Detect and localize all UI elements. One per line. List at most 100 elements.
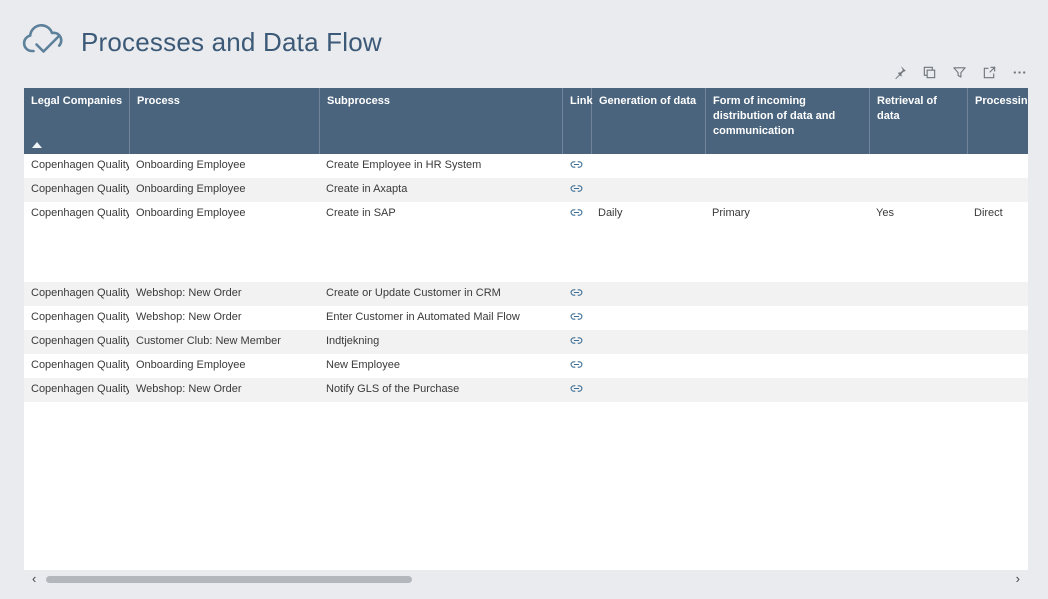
cell-processing	[967, 178, 1028, 202]
page-title: Processes and Data Flow	[81, 27, 382, 58]
column-header-label: Form of incoming distribution of data an…	[713, 95, 835, 137]
table-row[interactable]: Copenhagen QualityWebshop: New OrderCrea…	[24, 282, 1028, 306]
link-icon	[570, 382, 583, 395]
cell-form	[705, 330, 869, 354]
link-cell[interactable]	[562, 282, 591, 306]
column-header[interactable]: Retrieval of data	[869, 88, 967, 154]
column-header[interactable]: Legal Companies	[24, 88, 129, 154]
cell-process: Webshop: New Order	[129, 378, 319, 402]
cell-process: Customer Club: New Member	[129, 330, 319, 354]
cell-legal: Copenhagen Quality	[24, 178, 129, 202]
scrollbar-thumb[interactable]	[46, 576, 412, 583]
cell-generation: Daily	[591, 202, 705, 282]
cell-retrieval	[869, 178, 967, 202]
column-header-label: Subprocess	[327, 95, 390, 107]
cell-subprocess: Create or Update Customer in CRM	[319, 282, 562, 306]
filter-icon[interactable]	[949, 62, 970, 83]
cell-process: Webshop: New Order	[129, 306, 319, 330]
link-icon	[570, 158, 583, 171]
table-visual: Legal Companies Process Subprocess Link Gene…	[24, 88, 1028, 570]
cell-retrieval	[869, 378, 967, 402]
column-header-label: Process	[137, 95, 180, 107]
cell-subprocess: Create Employee in HR System	[319, 154, 562, 178]
scroll-right-icon[interactable]: ›	[1016, 571, 1020, 587]
cell-form: Primary	[705, 202, 869, 282]
cell-legal: Copenhagen Quality	[24, 354, 129, 378]
cell-processing	[967, 154, 1028, 178]
link-cell[interactable]	[562, 154, 591, 178]
cell-subprocess: Enter Customer in Automated Mail Flow	[319, 306, 562, 330]
cell-subprocess: Create in Axapta	[319, 178, 562, 202]
table-row[interactable]: Copenhagen QualityOnboarding EmployeeCre…	[24, 178, 1028, 202]
cell-retrieval: Yes	[869, 202, 967, 282]
cell-form	[705, 178, 869, 202]
cell-form	[705, 154, 869, 178]
link-icon	[570, 182, 583, 195]
cell-generation	[591, 378, 705, 402]
link-cell[interactable]	[562, 330, 591, 354]
table-body: Copenhagen QualityOnboarding EmployeeCre…	[24, 154, 1028, 402]
column-header[interactable]: Process	[129, 88, 319, 154]
cell-generation	[591, 330, 705, 354]
cell-subprocess: New Employee	[319, 354, 562, 378]
link-icon	[570, 310, 583, 323]
cell-processing	[967, 282, 1028, 306]
link-cell[interactable]	[562, 378, 591, 402]
table-row[interactable]: Copenhagen QualityOnboarding EmployeeCre…	[24, 154, 1028, 178]
scroll-left-icon[interactable]: ‹	[32, 571, 36, 587]
column-header[interactable]: Subprocess	[319, 88, 562, 154]
cell-retrieval	[869, 330, 967, 354]
cell-process: Onboarding Employee	[129, 354, 319, 378]
cell-retrieval	[869, 354, 967, 378]
cell-generation	[591, 306, 705, 330]
more-options-icon[interactable]	[1009, 62, 1030, 83]
column-header[interactable]: Processing	[967, 88, 1028, 154]
cell-retrieval	[869, 282, 967, 306]
column-header[interactable]: Generation of data	[591, 88, 705, 154]
column-header[interactable]: Form of incoming distribution of data an…	[705, 88, 869, 154]
cell-form	[705, 282, 869, 306]
cell-generation	[591, 178, 705, 202]
page-header: Processes and Data Flow	[22, 22, 382, 63]
link-cell[interactable]	[562, 306, 591, 330]
table-row[interactable]: Copenhagen QualityOnboarding EmployeeCre…	[24, 202, 1028, 282]
table-row[interactable]: Copenhagen QualityWebshop: New OrderNoti…	[24, 378, 1028, 402]
table-row[interactable]: Copenhagen QualityWebshop: New OrderEnte…	[24, 306, 1028, 330]
pin-icon[interactable]	[889, 62, 910, 83]
table-header-row: Legal Companies Process Subprocess Link Gene…	[24, 88, 1028, 154]
link-icon	[570, 286, 583, 299]
cell-processing	[967, 378, 1028, 402]
cell-process: Onboarding Employee	[129, 178, 319, 202]
column-header[interactable]: Link	[562, 88, 591, 154]
cell-legal: Copenhagen Quality	[24, 202, 129, 282]
cell-processing	[967, 354, 1028, 378]
link-cell[interactable]	[562, 202, 591, 282]
cell-legal: Copenhagen Quality	[24, 330, 129, 354]
table-row[interactable]: Copenhagen QualityOnboarding EmployeeNew…	[24, 354, 1028, 378]
cell-retrieval	[869, 306, 967, 330]
column-header-label: Generation of data	[599, 95, 696, 107]
cell-generation	[591, 154, 705, 178]
cell-form	[705, 378, 869, 402]
cell-subprocess: Indtjekning	[319, 330, 562, 354]
cell-legal: Copenhagen Quality	[24, 306, 129, 330]
cell-retrieval	[869, 154, 967, 178]
column-header-label: Processing	[975, 95, 1028, 107]
cell-form	[705, 306, 869, 330]
cell-process: Onboarding Employee	[129, 202, 319, 282]
focus-mode-icon[interactable]	[979, 62, 1000, 83]
copy-visual-icon[interactable]	[919, 62, 940, 83]
cell-legal: Copenhagen Quality	[24, 378, 129, 402]
cell-legal: Copenhagen Quality	[24, 154, 129, 178]
cell-legal: Copenhagen Quality	[24, 282, 129, 306]
link-cell[interactable]	[562, 354, 591, 378]
column-header-label: Legal Companies	[31, 95, 122, 107]
sort-ascending-icon	[32, 142, 42, 148]
horizontal-scrollbar: ‹ ›	[24, 571, 1028, 587]
link-cell[interactable]	[562, 178, 591, 202]
column-header-label: Retrieval of data	[877, 95, 937, 122]
table-row[interactable]: Copenhagen QualityCustomer Club: New Mem…	[24, 330, 1028, 354]
cell-processing	[967, 306, 1028, 330]
cell-generation	[591, 354, 705, 378]
cell-process: Webshop: New Order	[129, 282, 319, 306]
